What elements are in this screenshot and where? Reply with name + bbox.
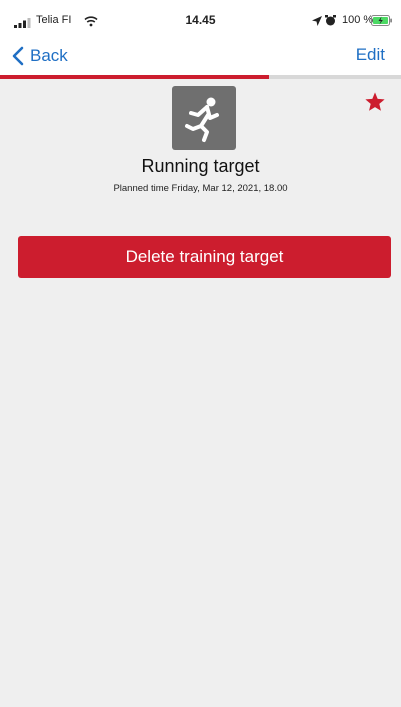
status-bar: Telia FI 14.45 100 %: [0, 0, 401, 36]
chevron-left-icon: [12, 46, 24, 66]
status-time: 14.45: [185, 13, 216, 27]
location-arrow-icon: [312, 16, 322, 26]
planned-time: Planned time Friday, Mar 12, 2021, 18.00: [113, 183, 288, 194]
navigation-bar: Back Edit: [0, 36, 401, 76]
delete-training-target-button[interactable]: Delete training target: [18, 236, 391, 278]
edit-button[interactable]: Edit: [356, 45, 385, 65]
target-title: Running target: [141, 156, 260, 176]
screen: Telia FI 14.45 100 % Back Edit Running t…: [0, 0, 401, 707]
back-button[interactable]: Back: [12, 42, 68, 70]
battery-charging-icon: [371, 15, 392, 26]
alarm-icon: [325, 15, 336, 26]
back-label: Back: [30, 46, 68, 65]
target-detail: Running target Planned time Friday, Mar …: [0, 79, 401, 707]
battery-percent: 100 %: [342, 14, 374, 26]
running-person-icon: [172, 86, 236, 150]
star-icon[interactable]: [364, 91, 386, 113]
